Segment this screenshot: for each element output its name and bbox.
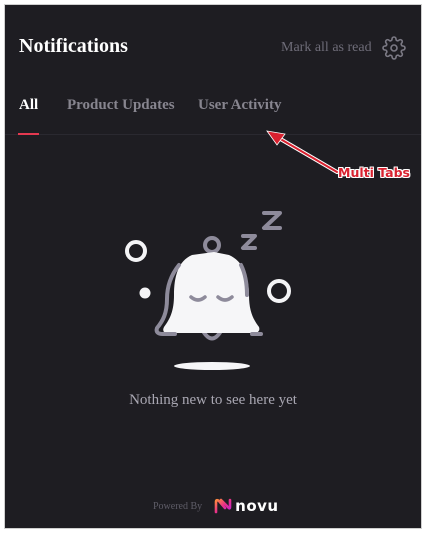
sleeping-bell-icon	[125, 211, 291, 370]
novu-brand-name: novu	[235, 497, 279, 515]
tab-all[interactable]: All	[19, 97, 38, 114]
gear-icon[interactable]	[382, 36, 406, 60]
annotation-arrow-icon	[266, 130, 339, 174]
powered-by-label: Powered By	[153, 500, 203, 512]
annotation-label: Multi Tabs	[338, 165, 410, 180]
empty-state-message: Nothing new to see here yet	[129, 392, 297, 408]
tab-product-updates[interactable]: Product Updates	[67, 97, 175, 114]
active-tab-indicator	[18, 133, 39, 135]
novu-logo-icon	[214, 498, 232, 514]
tabs-divider	[5, 134, 421, 135]
tab-user-activity[interactable]: User Activity	[198, 97, 281, 114]
notification-center: Notifications Mark all as read All Produ…	[4, 4, 422, 529]
page-title: Notifications	[19, 35, 128, 57]
powered-by-footer[interactable]: Powered By novu	[153, 494, 279, 518]
mark-all-read-button[interactable]: Mark all as read	[281, 40, 372, 56]
